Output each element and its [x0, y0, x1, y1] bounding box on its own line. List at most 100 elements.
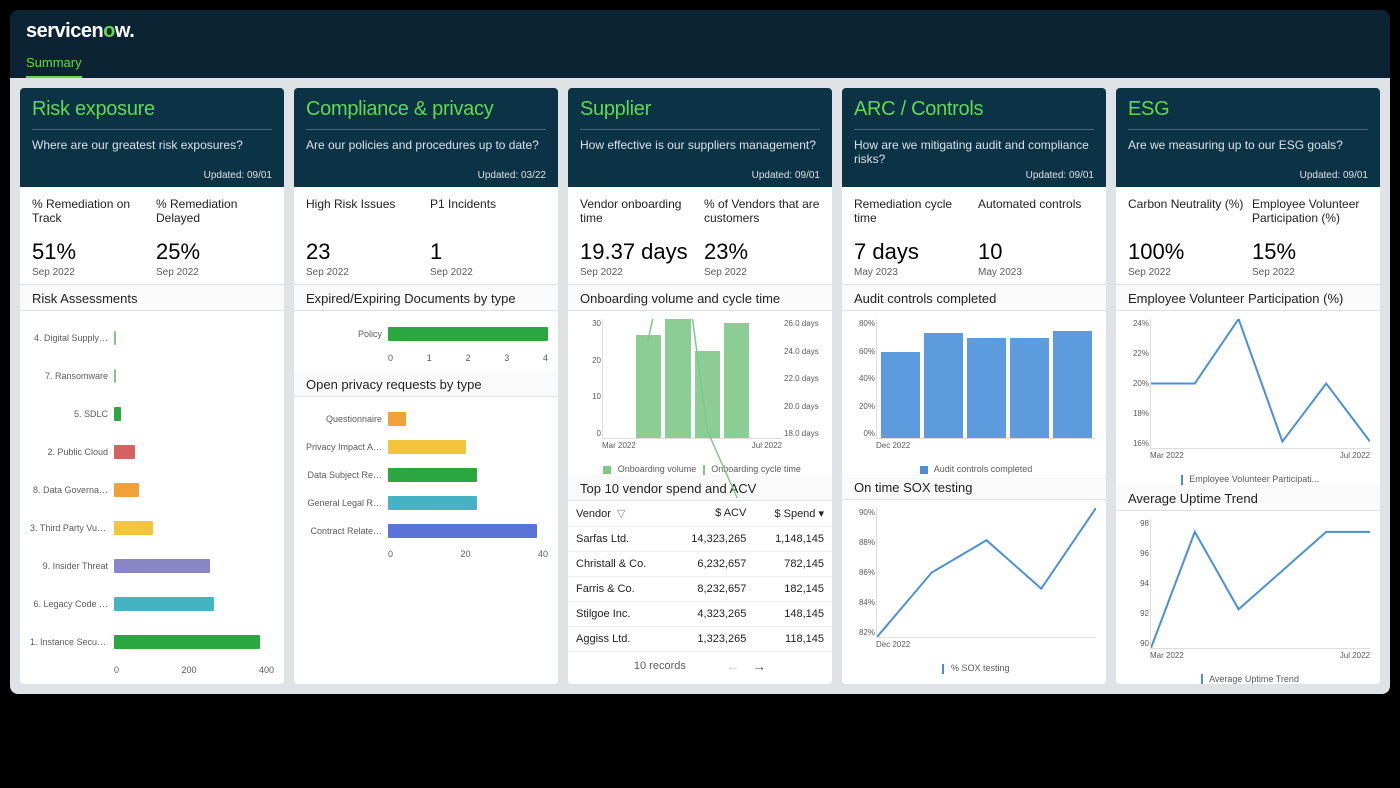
card-risk-title: Risk exposure: [32, 98, 272, 121]
app-shell: servicenow. Summary Risk exposure Where …: [10, 10, 1390, 694]
bar-row[interactable]: General Legal R…: [304, 489, 548, 517]
bar-label: 5. SDLC: [30, 409, 114, 419]
card-compliance: Compliance & privacy Are our policies an…: [294, 88, 558, 684]
card-arc-title: ARC / Controls: [854, 98, 1094, 121]
column[interactable]: [881, 352, 920, 438]
expired-docs-chart[interactable]: Policy 01234: [294, 311, 558, 371]
kpi-date: Sep 2022: [306, 267, 422, 278]
privacy-requests-chart[interactable]: QuestionnairePrivacy Impact A…Data Subje…: [294, 397, 558, 567]
arc-section1-title: Audit controls completed: [842, 284, 1106, 311]
kpi-label: P1 Incidents: [430, 197, 546, 225]
column[interactable]: [1010, 338, 1049, 438]
kpi-label: Automated controls: [978, 197, 1094, 225]
evp-legend: Employee Volunteer Participati...: [1116, 474, 1380, 485]
bar-row[interactable]: Questionnaire: [304, 405, 548, 433]
kpi-value: 10: [978, 239, 1094, 265]
bar-row[interactable]: 6. Legacy Code …: [30, 585, 274, 623]
card-arc-header: ARC / Controls How are we mitigating aud…: [842, 88, 1106, 187]
card-arc: ARC / Controls How are we mitigating aud…: [842, 88, 1106, 684]
bar-row[interactable]: 5. SDLC: [30, 395, 274, 433]
table-row[interactable]: Stilgoe Inc.4,323,265148,145: [568, 601, 832, 626]
bar-row[interactable]: 9. Insider Threat: [30, 547, 274, 585]
legend-line-icon: [942, 664, 944, 674]
x-axis: 01234: [388, 353, 548, 363]
column[interactable]: [924, 333, 963, 438]
risk-section-title: Risk Assessments: [20, 284, 284, 311]
card-risk-question: Where are our greatest risk exposures?: [32, 138, 272, 166]
bar-label: 6. Legacy Code …: [30, 599, 114, 609]
cell-spend: 1,148,145: [754, 526, 832, 551]
column-chart: 80%60%40%20%0%: [876, 319, 1096, 439]
compliance-kpis: High Risk Issues 23 Sep 2022 P1 Incident…: [294, 187, 558, 284]
bar-row[interactable]: Privacy Impact A…: [304, 433, 548, 461]
column[interactable]: [967, 338, 1006, 438]
bar-fill: [114, 559, 210, 573]
cell-spend: 118,145: [754, 626, 832, 651]
kpi-label: Vendor onboarding time: [580, 197, 696, 225]
column[interactable]: [1053, 331, 1092, 438]
sox-testing-chart[interactable]: 90%88%86%84%82%Dec 2022: [842, 500, 1106, 657]
kpi-remediation-delayed: % Remediation Delayed 25% Sep 2022: [156, 197, 272, 278]
compliance-section1-title: Expired/Expiring Documents by type: [294, 284, 558, 311]
next-page-button[interactable]: →: [752, 658, 766, 674]
bar-row[interactable]: 8. Data Governa…: [30, 471, 274, 509]
cell-vendor: Aggiss Ltd.: [568, 626, 670, 651]
tab-summary[interactable]: Summary: [26, 49, 82, 78]
bar-row[interactable]: Policy: [304, 319, 548, 349]
kpi-high-risk-issues: High Risk Issues 23 Sep 2022: [306, 197, 422, 278]
uptime-legend: Average Uptime Trend: [1116, 674, 1380, 685]
card-supplier-updated: Updated: 09/01: [580, 170, 820, 181]
cell-acv: 6,232,657: [670, 551, 754, 576]
kpi-value: 1: [430, 239, 546, 265]
card-compliance-header: Compliance & privacy Are our policies an…: [294, 88, 558, 187]
col-spend[interactable]: $ Spend ▾: [754, 501, 832, 527]
cell-acv: 8,232,657: [670, 576, 754, 601]
bar-label: 7. Ransomware: [30, 371, 114, 381]
kpi-label: % Remediation on Track: [32, 197, 148, 225]
vendor-table[interactable]: Vendor ▽ $ ACV $ Spend ▾ Sarfas Ltd.14,3…: [568, 501, 832, 652]
prev-page-button[interactable]: ←: [726, 658, 740, 674]
card-esg-header: ESG Are we measuring up to our ESG goals…: [1116, 88, 1380, 187]
bar-row[interactable]: Contract Relate…: [304, 517, 548, 545]
uptime-chart[interactable]: 9896949290Mar 2022Jul 2022: [1116, 511, 1380, 668]
bar-row[interactable]: 4. Digital Supply…: [30, 319, 274, 357]
y-axis: 90%88%86%84%82%: [849, 508, 875, 637]
table-row[interactable]: Farris & Co.8,232,657182,145: [568, 576, 832, 601]
bar-fill: [388, 327, 548, 341]
cell-acv: 4,323,265: [670, 601, 754, 626]
onboarding-combo-chart[interactable]: 302010026.0 days24.0 days22.0 days20.0 d…: [568, 311, 832, 458]
bar-row[interactable]: 1. Instance Secur…: [30, 623, 274, 661]
bar-label: Policy: [304, 329, 388, 339]
bar-label: 2. Public Cloud: [30, 447, 114, 457]
audit-controls-chart[interactable]: 80%60%40%20%0% Dec 2022: [842, 311, 1106, 458]
kpi-value: 15%: [1252, 239, 1368, 265]
card-supplier: Supplier How effective is our suppliers …: [568, 88, 832, 684]
risk-assessments-chart[interactable]: 4. Digital Supply… 7. Ransomware 5. SDLC 2.…: [20, 311, 284, 683]
bar-row[interactable]: Data Subject Re…: [304, 461, 548, 489]
bar-row[interactable]: 2. Public Cloud: [30, 433, 274, 471]
table-row[interactable]: Sarfas Ltd.14,323,2651,148,145: [568, 526, 832, 551]
line-chart: 9896949290: [1150, 519, 1370, 649]
table-row[interactable]: Aggiss Ltd.1,323,265118,145: [568, 626, 832, 651]
kpi-label: Carbon Neutrality (%): [1128, 197, 1244, 225]
bar-row[interactable]: 3. Third Party Vul…: [30, 509, 274, 547]
bar-label: 1. Instance Secur…: [30, 637, 114, 647]
bar-label: 9. Insider Threat: [30, 561, 114, 571]
col-vendor[interactable]: Vendor ▽: [568, 501, 670, 527]
x-axis: Dec 2022: [876, 441, 1096, 450]
kpi-value: 7 days: [854, 239, 970, 265]
brand-suffix: w: [115, 20, 129, 42]
sox-legend: % SOX testing: [842, 663, 1106, 674]
evp-chart[interactable]: 24%22%20%18%16%Mar 2022Jul 2022: [1116, 311, 1380, 468]
kpi-label: % Remediation Delayed: [156, 197, 272, 225]
kpi-label: Remediation cycle time: [854, 197, 970, 225]
filter-icon[interactable]: ▽: [617, 508, 625, 520]
x-axis: Dec 2022: [876, 640, 1096, 649]
card-risk-header: Risk exposure Where are our greatest ris…: [20, 88, 284, 187]
table-row[interactable]: Christall & Co.6,232,657782,145: [568, 551, 832, 576]
col-acv[interactable]: $ ACV: [670, 501, 754, 527]
kpi-date: Sep 2022: [704, 267, 820, 278]
bar-row[interactable]: 7. Ransomware: [30, 357, 274, 395]
card-compliance-title: Compliance & privacy: [306, 98, 546, 121]
kpi-p1-incidents: P1 Incidents 1 Sep 2022: [430, 197, 546, 278]
